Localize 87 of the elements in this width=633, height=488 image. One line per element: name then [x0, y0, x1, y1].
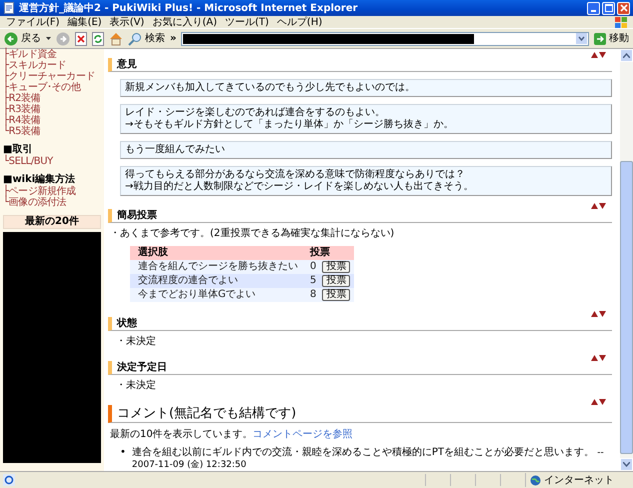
- sidebar-link[interactable]: ├R4装備: [3, 115, 101, 126]
- scrollbar[interactable]: [620, 49, 633, 471]
- go-button[interactable]: 移動: [594, 32, 629, 44]
- opinion-text: →そもそもギルド方針として「まったり単体」か「シージ勝ち抜き」か。: [125, 119, 454, 131]
- table-cell-text: 連合を組んでシージを勝ち抜きたい: [137, 260, 299, 274]
- up-arrow-icon[interactable]: [591, 399, 598, 405]
- sidebar-section-title: 最新の20件: [3, 215, 101, 229]
- section-heading: 簡易投票: [108, 209, 612, 223]
- status-text: ・未決定: [115, 336, 157, 349]
- opinion-text: レイド・シージを楽しむのであれば連合をするのもよい。: [125, 107, 386, 118]
- vote-button[interactable]: 投票: [322, 261, 350, 273]
- down-arrow-icon[interactable]: [599, 203, 606, 209]
- sidebar-link[interactable]: ├R2装備: [3, 93, 101, 104]
- refresh-icon[interactable]: [92, 32, 104, 46]
- down-arrow-icon[interactable]: [599, 355, 606, 361]
- sidebar-link[interactable]: └SELL/BUY: [3, 156, 101, 167]
- maximize-icon: [604, 4, 612, 12]
- vote-button[interactable]: 投票: [322, 289, 350, 301]
- up-arrow-icon[interactable]: [591, 311, 598, 317]
- table-cell-text: 8: [309, 288, 318, 302]
- home-icon[interactable]: [109, 32, 123, 46]
- table-header: 選択肢: [130, 246, 302, 260]
- menu-item[interactable]: ヘルプ(H): [276, 16, 322, 28]
- opinion-text: →戦力目的だと人数制限などでシージ・レイドを楽しめない人も出てきそう。: [125, 181, 474, 193]
- table-header: 投票: [302, 246, 354, 260]
- zone-label: インターネット: [544, 474, 614, 487]
- up-arrow-icon[interactable]: [591, 203, 598, 209]
- menu-item[interactable]: 編集(E): [68, 16, 102, 28]
- opinion-text: もう一度組んでみたい: [125, 144, 226, 156]
- sidebar-link[interactable]: ├ページ新規作成: [3, 186, 101, 197]
- table-cell-text: 交流程度の連合でよい: [137, 274, 239, 288]
- sidebar-link[interactable]: └R5装備: [3, 126, 101, 137]
- page-icon: [3, 474, 15, 486]
- page-icon: [3, 2, 15, 14]
- search-icon: [128, 32, 142, 46]
- vote-note: ・あくまで参考です。(2重投票できる為確実な集計にならない): [109, 228, 396, 241]
- section-heading: 意見: [108, 58, 612, 72]
- search-button[interactable]: 検索: [128, 32, 165, 46]
- opinion-text: 新規メンバも加入してきているのでもう少し先でもよいのでは。: [125, 82, 416, 94]
- chevron-up-icon: [623, 53, 630, 58]
- sidebar-link[interactable]: └画像の添付法: [3, 197, 101, 208]
- windows-flag-icon: [615, 16, 627, 28]
- menu-item[interactable]: ファイル(F): [6, 16, 60, 28]
- sidebar-link[interactable]: ├ギルド資金: [3, 49, 101, 60]
- scroll-thumb[interactable]: [620, 161, 633, 454]
- sidebar-heading: ■wiki編集方法: [3, 174, 76, 185]
- scroll-up-button[interactable]: [620, 49, 633, 62]
- globe-icon: [530, 474, 541, 486]
- opinion-text: 得ってもらえる部分があるなら交流を深める意味で防衛程度ならありでは？: [125, 169, 466, 180]
- toolbar-overflow-button[interactable]: »: [170, 33, 176, 44]
- go-arrow-icon: [594, 32, 606, 44]
- sidebar-heading: ■取引: [3, 144, 32, 155]
- table-cell-text: 今までどおり単体Gでよい: [137, 288, 257, 302]
- sidebar-link[interactable]: ├R3装備: [3, 104, 101, 115]
- down-arrow-icon[interactable]: [599, 399, 606, 405]
- scroll-down-button[interactable]: [620, 458, 633, 471]
- chevron-down-icon: [623, 462, 630, 467]
- comment-page-link[interactable]: コメントページを参照: [252, 429, 353, 440]
- down-arrow-icon[interactable]: [599, 311, 606, 317]
- sidebar-link[interactable]: ├クリーチャーカード: [3, 71, 101, 82]
- minimize-button[interactable]: [587, 2, 600, 14]
- sidebar-link[interactable]: ├スキルカード: [3, 60, 101, 71]
- up-arrow-icon[interactable]: [591, 52, 598, 58]
- comment-text: 連合を組む以前にギルド内での交流・親睦を深めることや積極的にPTを組むことが必要だと思います。 -- 2007-11-09 (金) 12:32:50: [132, 447, 605, 471]
- stop-icon[interactable]: [75, 32, 87, 46]
- maximize-button[interactable]: [602, 2, 615, 14]
- vote-button[interactable]: 投票: [322, 275, 350, 287]
- address-field[interactable]: [181, 32, 589, 46]
- table-cell-text: 5: [309, 274, 318, 288]
- table-cell-text: 0: [309, 260, 318, 274]
- close-icon: [620, 4, 628, 12]
- section-heading: 決定予定日: [108, 361, 612, 375]
- status-text: ・未決定: [115, 380, 157, 393]
- comment-intro: 最新の10件を表示しています。コメントページを参照: [109, 428, 354, 442]
- up-arrow-icon[interactable]: [591, 355, 598, 361]
- down-arrow-icon[interactable]: [599, 52, 606, 58]
- menu-item[interactable]: ツール(T): [225, 16, 269, 28]
- menu-item[interactable]: 表示(V): [110, 16, 144, 28]
- section-heading: コメント(無記名でも結構です): [108, 405, 612, 423]
- window-title: 運営方針_議論中2 - PukiWiki Plus! - Microsoft Internet Explorer: [19, 1, 359, 15]
- bullet-marker: •: [120, 447, 126, 459]
- back-button[interactable]: 戻る: [4, 32, 41, 46]
- caret-icon[interactable]: [46, 36, 51, 40]
- sidebar-link[interactable]: ├キューブ･その他: [3, 82, 101, 93]
- close-button[interactable]: [617, 2, 630, 14]
- menu-item[interactable]: お気に入り(A): [152, 16, 217, 28]
- section-heading: 状態: [108, 317, 612, 331]
